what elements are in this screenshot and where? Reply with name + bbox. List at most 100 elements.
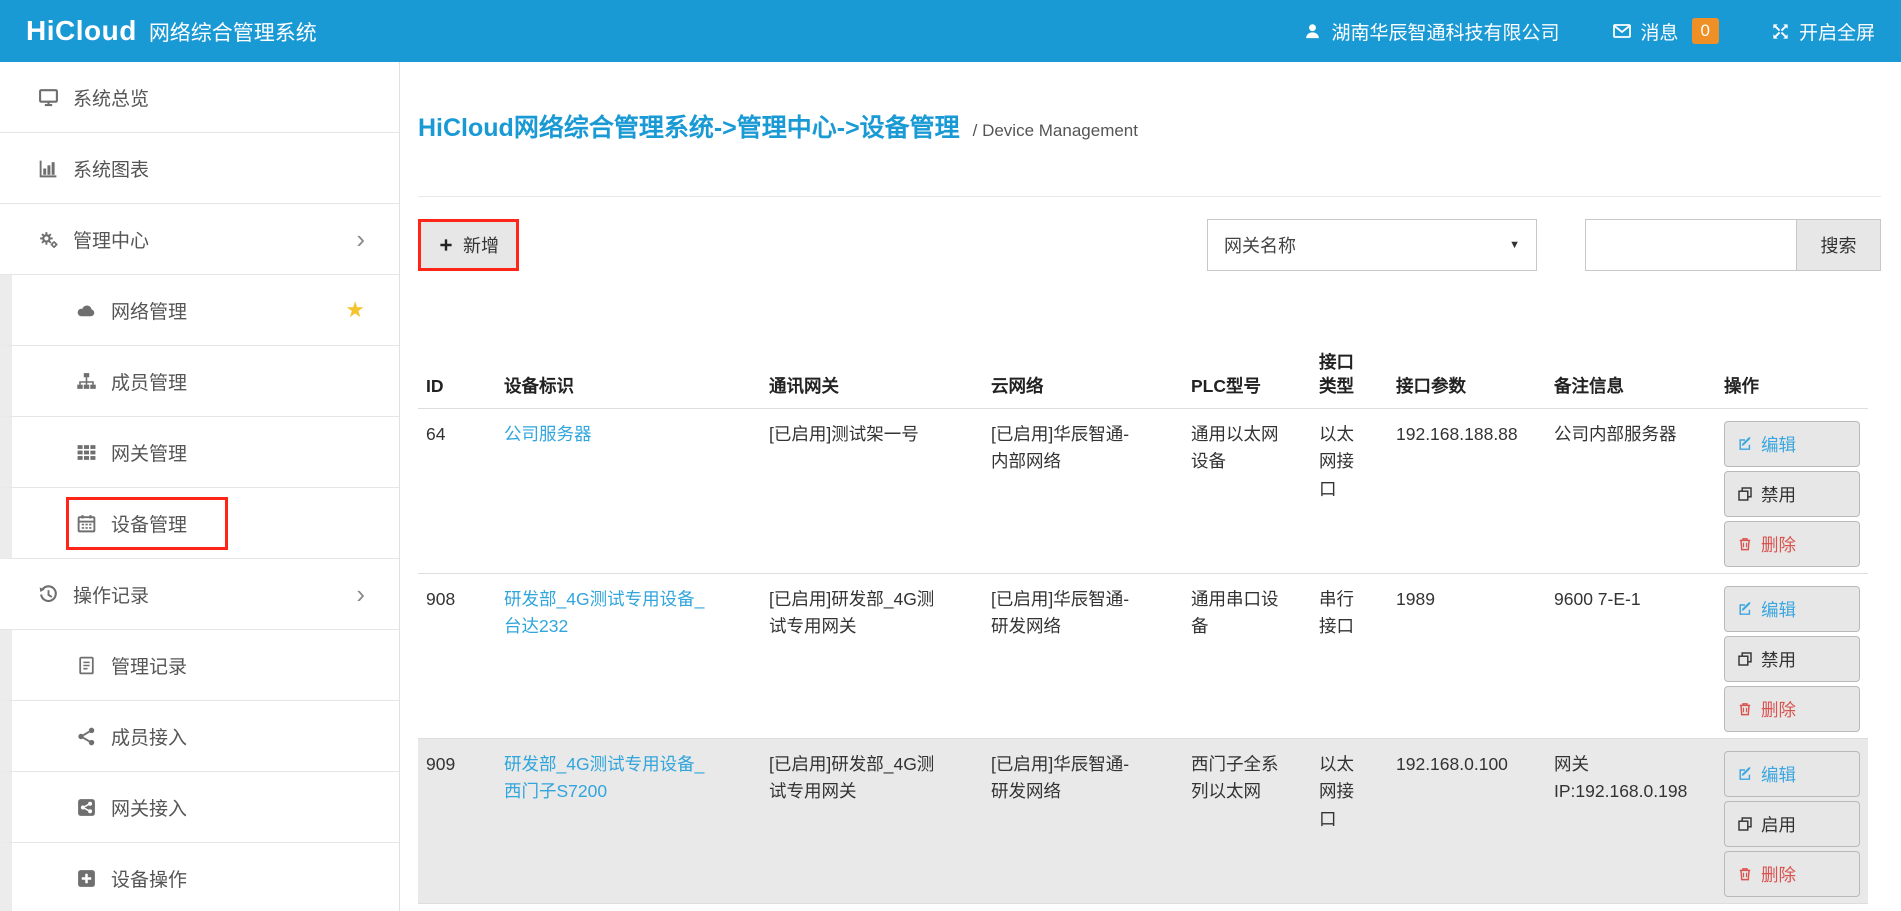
cell-iface_type: 串行接口 (1311, 574, 1388, 739)
table-header-row: ID设备标识通讯网关云网络PLC型号接口类型接口参数备注信息操作 (418, 345, 1868, 409)
filter-select[interactable]: 网关名称 ▼ (1207, 219, 1537, 271)
history-icon (36, 584, 60, 605)
device-link[interactable]: 研发部_4G测试专用设备_西门子S7200 (504, 751, 713, 805)
messages-menu[interactable]: 消息 0 (1612, 18, 1719, 45)
clone-icon (1737, 651, 1753, 667)
sidebar-item-label: 网关接入 (111, 794, 187, 821)
cell-iface_type: 以太网接口 (1311, 409, 1388, 574)
cell-plc: 西门子全系列以太网 (1183, 739, 1311, 904)
delete-button[interactable]: 删除 (1724, 521, 1860, 567)
title-divider (418, 196, 1881, 197)
sidebar-item-management-records[interactable]: 管理记录 (0, 630, 399, 701)
sidebar-item-label: 设备管理 (111, 510, 187, 537)
account-menu[interactable]: 湖南华辰智通科技有限公司 (1303, 18, 1559, 45)
edit-button[interactable]: 编辑 (1724, 586, 1860, 632)
delete-button[interactable]: 删除 (1724, 851, 1860, 897)
plus-square-icon (74, 868, 98, 889)
sidebar-item-gateway-management[interactable]: 网关管理 (0, 417, 399, 488)
cell-iface_param: 192.168.188.88 (1388, 409, 1546, 574)
company-name: 湖南华辰智通科技有限公司 (1331, 18, 1559, 45)
cell-plc: 通用串口设备 (1183, 574, 1311, 739)
delete-button[interactable]: 删除 (1724, 686, 1860, 732)
cell-actions: 编辑禁用删除 (1716, 574, 1868, 739)
cell-gateway: [已启用]测试架一号 (761, 409, 983, 574)
edit-button[interactable]: 编辑 (1724, 751, 1860, 797)
cell-iface_type: 以太网接口 (1311, 739, 1388, 904)
clone-icon (1737, 486, 1753, 502)
sidebar-item-operation-records[interactable]: 操作记录› (0, 559, 399, 630)
search-button[interactable]: 搜索 (1797, 219, 1881, 271)
column-header-id: ID (418, 345, 496, 409)
cell-actions: 编辑禁用删除 (1716, 409, 1868, 574)
toggle-enable-button[interactable]: 禁用 (1724, 636, 1860, 682)
sidebar-item-member-access[interactable]: 成员接入 (0, 701, 399, 772)
top-bar: HiCloud 网络综合管理系统 湖南华辰智通科技有限公司 消息 0 开启全屏 (0, 0, 1901, 62)
device-table: ID设备标识通讯网关云网络PLC型号接口类型接口参数备注信息操作 64 公司服务器… (418, 345, 1868, 911)
edit-icon (1737, 766, 1753, 782)
sidebar-item-gateway-access[interactable]: 网关接入 (0, 772, 399, 843)
cell-iface_param: 100.100.4.2 (1388, 904, 1546, 911)
chart-icon (36, 158, 60, 179)
add-button[interactable]: 新增 (418, 219, 519, 271)
device-link[interactable]: 研发部_4G测试专用设备_台达232 (504, 586, 713, 640)
sidebar-item-system-overview[interactable]: 系统总览 (0, 62, 399, 133)
toolbar: 新增 网关名称 ▼ 搜索 (418, 219, 1881, 271)
desktop-icon (36, 87, 60, 108)
expand-icon (1771, 22, 1790, 41)
breadcrumb: HiCloud网络综合管理系统->管理中心->设备管理 / Device Man… (418, 108, 1881, 144)
cell-remark: 中国电信2016湖南物联网峰会 (1546, 904, 1716, 911)
sidebar-item-management-center[interactable]: 管理中心› (0, 204, 399, 275)
trash-icon (1737, 536, 1753, 552)
cell-id: 971 (418, 904, 496, 911)
star-icon: ★ (345, 299, 365, 321)
fullscreen-label: 开启全屏 (1799, 18, 1875, 45)
messages-count-badge: 0 (1692, 18, 1719, 44)
edit-button[interactable]: 编辑 (1724, 421, 1860, 467)
cell-iface_param: 1989 (1388, 574, 1546, 739)
cell-iface_param: 192.168.0.100 (1388, 739, 1546, 904)
user-icon (1303, 22, 1322, 41)
sidebar-item-label: 网关管理 (111, 439, 187, 466)
column-header-gateway: 通讯网关 (761, 345, 983, 409)
sidebar-item-label: 成员接入 (111, 723, 187, 750)
sidebar-item-network-management[interactable]: 网络管理 ★ (0, 275, 399, 346)
cell-gateway: [已启用]研发部_4G测试专用网关 (761, 739, 983, 904)
edit-icon (1737, 436, 1753, 452)
cell-cloud: [已启用]华辰智通-研发网络 (983, 904, 1183, 911)
sitemap-icon (74, 371, 98, 392)
cell-iface_type: 以太网接口 (1311, 904, 1388, 911)
cell-remark: 9600 7-E-1 (1546, 574, 1716, 739)
cell-cloud: [已启用]华辰智通-研发网络 (983, 739, 1183, 904)
fullscreen-toggle[interactable]: 开启全屏 (1771, 18, 1875, 45)
column-header-remark: 备注信息 (1546, 345, 1716, 409)
sidebar-item-label: 系统图表 (73, 155, 149, 182)
sidebar-item-member-management[interactable]: 成员管理 (0, 346, 399, 417)
cell-gateway: [已启用]研发部_4G测试专用网关 (761, 574, 983, 739)
sidebar: 系统总览系统图表管理中心› 网络管理 ★ 成员管理网关管理设备管理操作记录›管理记录成… (0, 62, 400, 911)
sidebar-item-label: 设备操作 (111, 865, 187, 892)
sidebar-item-device-operations[interactable]: 设备操作 (0, 843, 399, 911)
gears-icon (36, 229, 60, 250)
sidebar-item-label: 网络管理 (111, 297, 187, 324)
sidebar-item-system-charts[interactable]: 系统图表 (0, 133, 399, 204)
device-link[interactable]: 公司服务器 (504, 421, 713, 448)
sidebar-item-device-management[interactable]: 设备管理 (0, 488, 399, 559)
toggle-enable-button[interactable]: 启用 (1724, 801, 1860, 847)
cell-gateway: [已启用]2016湖南物联网峰会 (761, 904, 983, 911)
column-header-actions: 操作 (1716, 345, 1868, 409)
main-content: HiCloud网络综合管理系统->管理中心->设备管理 / Device Man… (400, 62, 1901, 911)
cell-id: 64 (418, 409, 496, 574)
messages-label: 消息 (1641, 18, 1679, 45)
toggle-enable-button[interactable]: 禁用 (1724, 471, 1860, 517)
grid-icon (74, 442, 98, 463)
search-input[interactable] (1585, 219, 1797, 271)
column-header-iface_param: 接口参数 (1388, 345, 1546, 409)
cell-actions: 编辑启用 (1716, 904, 1868, 911)
filter-select-value: 网关名称 (1224, 232, 1296, 258)
cell-device: 2016湖南物联网峰会演示箱 (496, 904, 761, 911)
envelope-icon (1612, 21, 1632, 41)
cell-device: 研发部_4G测试专用设备_台达232 (496, 574, 761, 739)
table-row: 9712016湖南物联网峰会演示箱[已启用]2016湖南物联网峰会[已启用]华辰… (418, 904, 1868, 911)
sidebar-item-label: 操作记录 (73, 581, 149, 608)
share-square-icon (74, 797, 98, 818)
